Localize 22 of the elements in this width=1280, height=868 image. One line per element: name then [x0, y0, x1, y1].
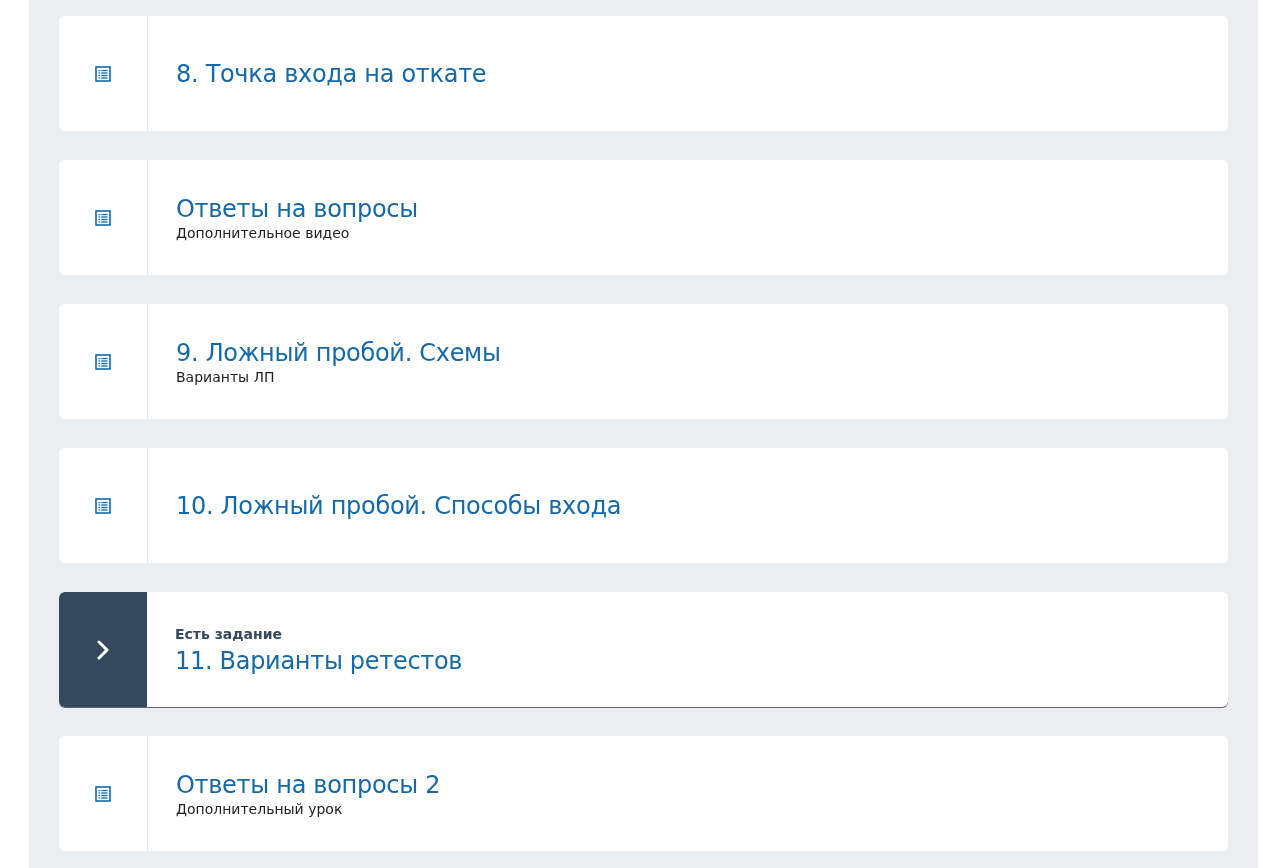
chevron-right-icon	[97, 639, 109, 660]
list-icon	[95, 353, 111, 370]
lesson-title[interactable]: Ответы на вопросы	[176, 193, 1228, 224]
list-icon	[95, 209, 111, 226]
lesson-subtitle: Варианты ЛП	[176, 367, 276, 386]
lesson-subtitle: Дополнительное видео	[176, 223, 351, 242]
lesson-subtitle: Дополнительный урок	[176, 799, 344, 818]
lesson-title[interactable]: Ответы на вопросы 2	[176, 769, 1228, 800]
lesson-title[interactable]: 8. Точка входа на откате	[176, 58, 1228, 89]
lesson-card[interactable]: Есть задание 11. Варианты ретестов	[59, 592, 1228, 707]
list-icon	[95, 65, 111, 82]
lesson-card[interactable]: 9. Ложный пробой. Схемы Варианты ЛП	[59, 304, 1228, 419]
task-note: Есть задание	[175, 624, 284, 644]
lesson-title[interactable]: 11. Варианты ретестов	[175, 645, 1228, 676]
list-icon	[95, 785, 111, 802]
lesson-title[interactable]: 9. Ложный пробой. Схемы	[176, 337, 1228, 368]
lesson-card[interactable]: Ответы на вопросы Дополнительное видео	[59, 160, 1228, 275]
list-icon	[95, 497, 111, 514]
lesson-card[interactable]: 10. Ложный пробой. Способы входа	[59, 448, 1228, 563]
lesson-card[interactable]: Ответы на вопросы 2 Дополнительный урок	[59, 736, 1228, 851]
lesson-title[interactable]: 10. Ложный пробой. Способы входа	[176, 490, 1228, 521]
lesson-card[interactable]: 8. Точка входа на откате	[59, 16, 1228, 131]
